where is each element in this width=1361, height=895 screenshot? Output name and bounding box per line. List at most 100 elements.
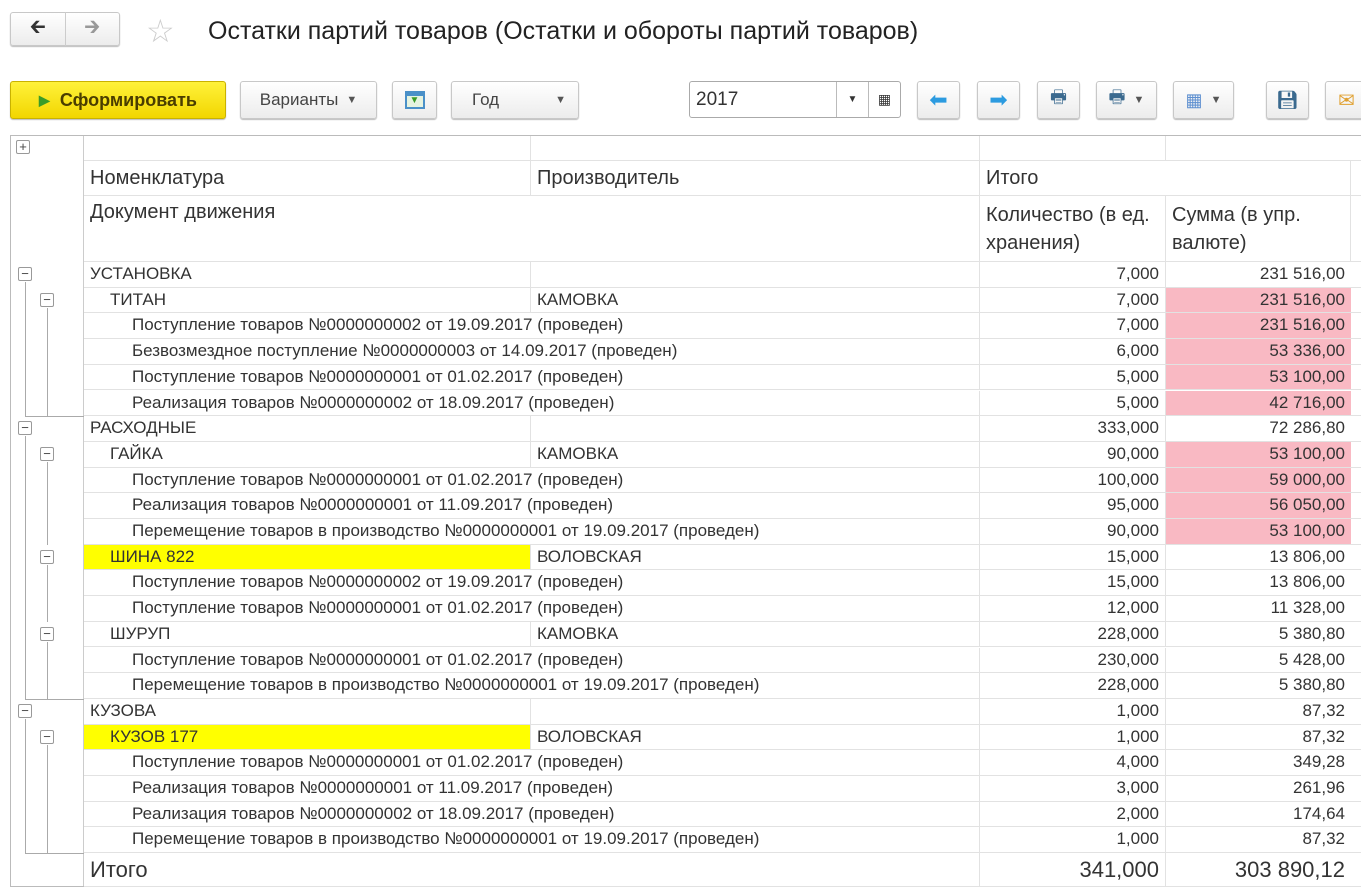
sum-cell: 11 328,00: [1270, 598, 1345, 618]
history-nav: 🡰 🡲: [10, 12, 120, 46]
group-row[interactable]: КУЗОВА 1,000 87,32: [84, 698, 1361, 725]
period-type-select[interactable]: Год ▼: [451, 81, 579, 119]
item-row[interactable]: ГАЙКА КАМОВКА 90,000 53 100,00: [84, 441, 1361, 468]
manufacturer-cell: КАМОВКА: [531, 287, 980, 313]
generate-button[interactable]: ▶ Сформировать: [10, 81, 226, 119]
forward-button[interactable]: 🡲: [66, 12, 120, 46]
email-button[interactable]: ✉: [1325, 81, 1361, 119]
sum-cell: 87,32: [1302, 700, 1345, 720]
document-row[interactable]: Реализация товаров №0000000001 от 11.09.…: [84, 493, 1361, 519]
manufacturer-cell: [531, 416, 980, 441]
quantity-cell: 90,000: [980, 441, 1166, 467]
document-row[interactable]: Реализация товаров №0000000002 от 18.09.…: [84, 390, 1361, 417]
tree-line: [47, 307, 48, 417]
total-label: Итого: [84, 853, 980, 887]
favorite-star-icon[interactable]: ☆: [146, 12, 175, 50]
calendar-button[interactable]: ▦: [868, 82, 900, 117]
header-manufacturer: Производитель: [531, 161, 980, 195]
chevron-down-icon: ▼: [555, 94, 566, 106]
sum-cell: 53 100,00: [1166, 364, 1351, 390]
period-input[interactable]: 2017: [690, 82, 836, 117]
item-row[interactable]: ШУРУП КАМОВКА 228,000 5 380,80: [84, 621, 1361, 648]
item-row[interactable]: ТИТАН КАМОВКА 7,000 231 516,00: [84, 287, 1361, 314]
sum-cell: 174,64: [1293, 803, 1345, 823]
document-row[interactable]: Поступление товаров №0000000001 от 01.02…: [84, 750, 1361, 776]
total-sum: 303 890,12: [1234, 857, 1345, 883]
document-row[interactable]: Поступление товаров №0000000001 от 01.02…: [84, 596, 1361, 622]
document-row[interactable]: Поступление товаров №0000000001 от 01.02…: [84, 467, 1361, 494]
document-row[interactable]: Поступление товаров №0000000002 от 19.09…: [84, 570, 1361, 597]
sum-cell: 53 336,00: [1166, 339, 1351, 364]
document-cell: Поступление товаров №0000000002 от 19.09…: [84, 570, 980, 596]
period-field[interactable]: 2017 ▼ ▦: [689, 81, 901, 118]
document-cell: Перемещение товаров в производство №0000…: [84, 827, 980, 853]
save-button[interactable]: 💾︎: [1266, 81, 1309, 119]
manufacturer-cell: ВОЛОВСКАЯ: [531, 544, 980, 570]
document-row[interactable]: Поступление товаров №0000000002 от 19.09…: [84, 313, 1361, 340]
document-cell: Перемещение товаров в производство №0000…: [84, 673, 980, 698]
document-cell: Реализация товаров №0000000002 от 18.09.…: [84, 390, 980, 416]
sum-cell: 231 516,00: [1166, 287, 1351, 313]
document-row[interactable]: Реализация товаров №0000000001 от 11.09.…: [84, 776, 1361, 802]
expand-all-icon[interactable]: +: [16, 140, 30, 154]
document-row[interactable]: Поступление товаров №0000000001 от 01.02…: [84, 364, 1361, 391]
group-row[interactable]: РАСХОДНЫЕ 333,000 72 286,80: [84, 416, 1361, 442]
sum-cell: 5 380,80: [1278, 623, 1345, 643]
prev-period-button[interactable]: ⬅: [917, 81, 960, 119]
sum-cell: 231 516,00: [1259, 264, 1345, 283]
tree-line: [47, 744, 48, 854]
collapse-icon[interactable]: −: [18, 267, 32, 281]
floppy-disk-icon: 💾︎: [1276, 89, 1299, 110]
header-quantity: Количество (в ед. хранения): [980, 196, 1166, 261]
collapse-icon[interactable]: −: [40, 446, 54, 461]
manufacturer-cell: [531, 262, 980, 287]
quantity-cell: 1,000: [980, 827, 1166, 853]
page-title: Остатки партий товаров (Остатки и оборот…: [208, 17, 919, 45]
sum-cell: 53 100,00: [1166, 441, 1351, 467]
variants-button[interactable]: Варианты ▼: [240, 81, 377, 119]
tree-line: [25, 718, 26, 854]
document-cell: Поступление товаров №0000000001 от 01.02…: [84, 647, 980, 673]
manufacturer-cell: [531, 698, 980, 724]
collapse-icon[interactable]: −: [18, 421, 32, 436]
name-cell: РАСХОДНЫЕ: [84, 416, 531, 441]
collapse-icon[interactable]: −: [40, 549, 54, 564]
document-row[interactable]: Перемещение товаров в производство №0000…: [84, 519, 1361, 545]
quantity-cell: 5,000: [980, 364, 1166, 390]
sum-cell: 261,96: [1293, 778, 1345, 797]
collapse-icon[interactable]: −: [18, 703, 32, 718]
document-row[interactable]: Перемещение товаров в производство №0000…: [84, 827, 1361, 854]
item-row[interactable]: КУЗОВ 177 ВОЛОВСКАЯ 1,000 87,32: [84, 724, 1361, 751]
quantity-cell: 230,000: [980, 647, 1166, 673]
document-cell: Перемещение товаров в производство №0000…: [84, 519, 980, 544]
table-icon: ▦: [1185, 89, 1203, 110]
collapse-icon[interactable]: −: [40, 626, 54, 641]
tree-line: [25, 416, 84, 418]
document-cell: Поступление товаров №0000000002 от 19.09…: [84, 313, 980, 339]
document-row[interactable]: Реализация товаров №0000000002 от 18.09.…: [84, 801, 1361, 828]
table-options-button[interactable]: ▦ ▼: [1173, 81, 1234, 119]
document-row[interactable]: Безвозмездное поступление №0000000003 от…: [84, 339, 1361, 365]
group-row[interactable]: УСТАНОВКА 7,000 231 516,00: [84, 262, 1361, 288]
document-cell: Поступление товаров №0000000001 от 01.02…: [84, 364, 980, 390]
total-quantity: 341,000: [980, 853, 1166, 887]
arrow-left-icon: ⬅: [929, 87, 948, 112]
document-row[interactable]: Перемещение товаров в производство №0000…: [84, 673, 1361, 699]
settings-panel-button[interactable]: ▼: [392, 81, 437, 119]
document-row[interactable]: Поступление товаров №0000000001 от 01.02…: [84, 647, 1361, 674]
next-period-button[interactable]: ➡: [977, 81, 1020, 119]
dropdown-button[interactable]: ▼: [836, 82, 868, 117]
document-cell: Поступление товаров №0000000001 от 01.02…: [84, 467, 980, 493]
back-button[interactable]: 🡰: [11, 12, 66, 46]
print-button[interactable]: 🖶 ▼: [1096, 81, 1157, 119]
item-row[interactable]: ШИНА 822 ВОЛОВСКАЯ 15,000 13 806,00: [84, 544, 1361, 571]
quantity-cell: 4,000: [980, 750, 1166, 775]
report-table: + − − − − − − − − Номенклатура Производитель Ит…: [10, 135, 1361, 888]
header-total: Итого: [980, 161, 1351, 195]
sum-cell: 42 716,00: [1166, 390, 1351, 416]
print-preview-button[interactable]: 🖶: [1037, 81, 1080, 119]
collapse-icon[interactable]: −: [40, 292, 54, 307]
arrow-right-icon: ➡: [989, 87, 1008, 112]
collapse-icon[interactable]: −: [40, 729, 54, 744]
tree-line: [25, 853, 84, 855]
